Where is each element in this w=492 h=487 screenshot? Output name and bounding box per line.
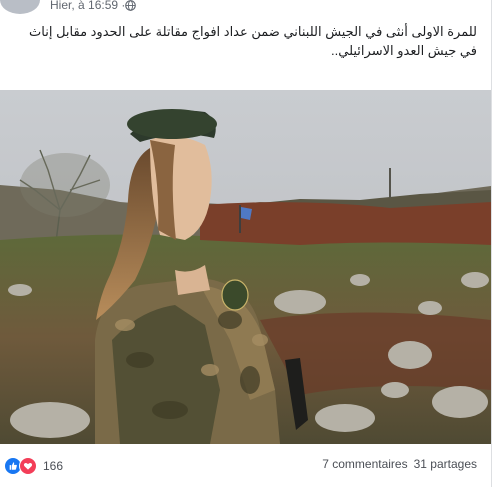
reactions-summary[interactable]: 166: [4, 457, 63, 475]
facebook-post-card: Hier, à 16:59 · للمرة الاولى أنثى في الج…: [0, 0, 492, 487]
post-header: Hier, à 16:59 ·: [0, 0, 491, 16]
reaction-count[interactable]: 166: [43, 459, 63, 473]
post-timestamp[interactable]: Hier, à 16:59 ·: [50, 0, 125, 12]
shares-link[interactable]: 31 partages: [414, 457, 477, 471]
post-text: للمرة الاولى أنثى في الجيش اللبناني ضمن …: [29, 24, 477, 58]
comments-link[interactable]: 7 commentaires: [322, 457, 407, 471]
love-icon: [19, 457, 37, 475]
soldier-photo[interactable]: [0, 90, 491, 444]
post-footer: 166 7 commentaires 31 partages: [0, 448, 491, 484]
engagement-stats: 7 commentaires 31 partages: [322, 457, 477, 471]
globe-icon: [125, 0, 136, 11]
page-avatar[interactable]: [0, 0, 40, 14]
